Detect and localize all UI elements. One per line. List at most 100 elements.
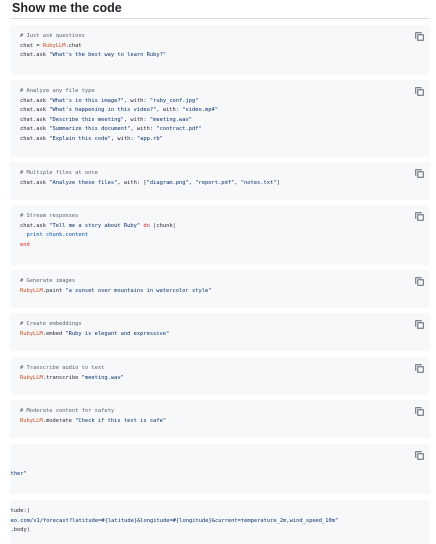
code-line: chat.ask "Analyze these files", with: ["… — [20, 179, 402, 189]
code-line: chat = RubyLLM.chat — [20, 42, 402, 52]
code-line: # Moderate content for safety — [20, 407, 402, 417]
code-comment: # Transcribe audio to text — [20, 365, 105, 371]
code-token: "report.pdf" — [195, 179, 235, 186]
code-token: "diagram.png" — [146, 179, 189, 186]
code-token: chat.ask — [20, 126, 50, 132]
copy-button[interactable] — [414, 318, 426, 330]
code-line: # Stream responses — [20, 212, 402, 222]
code-line: RubyLLM.embed "Ruby is elegant and expre… — [20, 330, 402, 340]
code-token: RubyLLM — [20, 287, 43, 294]
code-line: # Transcribe audio to text — [20, 364, 402, 374]
code-line: chat.ask "Explain this code", with: "app… — [20, 135, 402, 145]
code-token: RubyLLM — [20, 417, 43, 424]
code-token: RubyLLM — [20, 330, 43, 337]
code-token: chat.ask — [20, 116, 50, 123]
code-comment: # Multiple files at once — [20, 170, 98, 176]
code-comment: # Generate images — [20, 278, 76, 284]
copy-icon — [414, 168, 426, 179]
copy-icon — [414, 276, 426, 287]
code-content: # Multiple files at once chat.ask "Analyz… — [20, 169, 402, 188]
copy-button[interactable] — [414, 405, 426, 417]
code-token: , with: — [130, 126, 157, 132]
code-comment: # Create embeddings — [20, 321, 82, 327]
code-token: "Ruby is elegant and expressive" — [65, 330, 170, 337]
code-token: "meeting.wav" — [81, 374, 124, 381]
code-token: chat.ask — [20, 52, 50, 58]
code-line: eteo.com/v1/forecast?latitude=#{latitude… — [10, 517, 402, 527]
code-token: "app.rb" — [136, 135, 163, 142]
code-token: "What's in this image?" — [49, 97, 124, 104]
copy-icon — [414, 211, 426, 222]
code-token: print chunk.content — [20, 232, 89, 238]
code-line: # Create embeddings — [20, 320, 402, 330]
code-line: chat.ask "Tell me a story about Ruby" do… — [20, 222, 402, 232]
code-line: l — [10, 451, 402, 461]
code-token: ] — [276, 179, 280, 186]
code-block-stream: # Stream responses chat.ask "Tell me a st… — [10, 205, 430, 265]
code-content: # Create embeddings RubyLLM.embed "Ruby i… — [20, 320, 402, 339]
copy-button[interactable] — [414, 30, 426, 42]
code-token: chat.ask — [20, 135, 50, 142]
code-token: |chunk| — [149, 222, 176, 229]
code-token: "video.mp4" — [182, 107, 218, 113]
code-block-moderate: # Moderate content for safety RubyLLM.mod… — [10, 400, 430, 438]
copy-icon — [414, 363, 426, 374]
code-block-multiple-files: # Multiple files at once chat.ask "Analyz… — [10, 162, 430, 200]
code-content: l eather" — [10, 451, 402, 480]
code-token: , with: [ — [117, 179, 147, 186]
code-content: # Stream responses chat.ask "Tell me a st… — [20, 212, 402, 250]
copy-button[interactable] — [414, 362, 426, 374]
code-token: RubyLLM — [42, 42, 66, 49]
code-content: # Moderate content for safety RubyLLM.mod… — [20, 407, 402, 426]
code-block-embeddings: # Create embeddings RubyLLM.embed "Ruby i… — [10, 313, 430, 351]
code-token: .moderate — [42, 417, 76, 424]
code-token: RubyLLM — [20, 374, 43, 381]
code-token: eather" — [10, 471, 27, 477]
code-content: gitude:) eteo.com/v1/forecast?latitude=#{… — [10, 507, 402, 536]
code-line: 1).body) — [10, 526, 402, 536]
copy-icon — [414, 86, 426, 97]
code-token: "Describe this meeting" — [49, 116, 124, 123]
code-token: .chat — [65, 42, 82, 49]
code-token: eteo.com/v1/forecast?latitude=#{latitude… — [10, 517, 339, 524]
code-token: gitude:) — [10, 508, 30, 514]
code-token: "What's happening in this video?" — [49, 107, 157, 113]
code-token: chat.ask — [20, 97, 50, 104]
code-line: # Analyze any file type — [20, 87, 402, 97]
code-block-partial-weather: l eather" — [10, 444, 430, 494]
copy-icon — [414, 319, 426, 330]
code-line: end — [20, 241, 402, 251]
code-line: print chunk.content — [20, 231, 402, 241]
copy-button[interactable] — [414, 449, 426, 461]
code-comment: # Analyze any file type — [20, 88, 95, 94]
code-token: "Explain this code" — [49, 135, 111, 142]
code-token: , with: — [110, 135, 137, 142]
code-token: 1).body) — [10, 527, 30, 533]
code-line: # Generate images — [20, 277, 402, 287]
copy-button[interactable] — [414, 85, 426, 97]
code-block-transcribe: # Transcribe audio to text RubyLLM.transc… — [10, 357, 430, 395]
code-line: chat.ask "What's happening in this video… — [20, 106, 402, 116]
code-content: # Generate images RubyLLM.paint "a sunset… — [20, 277, 402, 296]
code-line: chat.ask "Summarize this document", with… — [20, 125, 402, 135]
code-line: gitude:) — [10, 507, 402, 517]
code-line: # Just ask questions — [20, 32, 402, 42]
copy-button[interactable] — [414, 210, 426, 222]
code-line: RubyLLM.paint "a sunset over mountains i… — [20, 287, 402, 297]
copy-button[interactable] — [414, 167, 426, 179]
code-block-basic-chat: # Just ask questions chat = RubyLLM.chat c… — [10, 25, 430, 75]
copy-button[interactable] — [414, 275, 426, 287]
code-content: # Just ask questions chat = RubyLLM.chat c… — [20, 32, 402, 61]
code-comment: # Stream responses — [20, 213, 79, 219]
code-line: chat.ask "What's in this image?", with: … — [20, 97, 402, 107]
code-line: RubyLLM.moderate "Check if this text is … — [20, 417, 402, 427]
code-token: .paint — [42, 287, 66, 294]
code-token: , with: — [156, 107, 183, 113]
copy-icon — [414, 450, 426, 461]
copy-icon — [414, 31, 426, 42]
page-title: Show me the code — [12, 1, 122, 15]
code-block-analyze-files: # Analyze any file type chat.ask "What's … — [10, 80, 430, 157]
code-line: RubyLLM.transcribe "meeting.wav" — [20, 374, 402, 384]
code-token: .embed — [42, 330, 66, 337]
code-token: , with: — [123, 97, 150, 104]
